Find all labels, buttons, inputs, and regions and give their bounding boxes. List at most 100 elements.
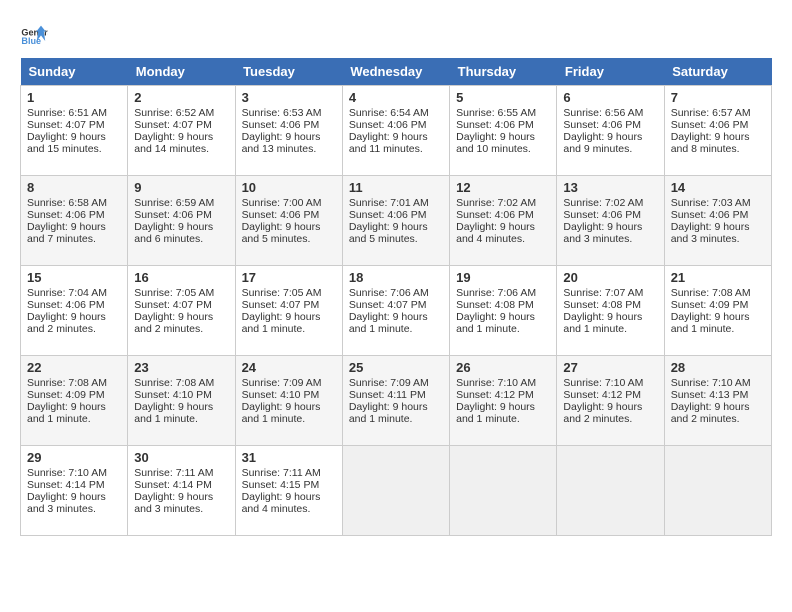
sunrise-text: Sunrise: 7:02 AM (456, 197, 536, 209)
sunset-text: Sunset: 4:14 PM (134, 479, 212, 491)
day-number: 11 (349, 180, 443, 195)
calendar-cell: 30 Sunrise: 7:11 AM Sunset: 4:14 PM Dayl… (128, 446, 235, 536)
calendar-week-row: 1 Sunrise: 6:51 AM Sunset: 4:07 PM Dayli… (21, 86, 772, 176)
calendar-cell: 4 Sunrise: 6:54 AM Sunset: 4:06 PM Dayli… (342, 86, 449, 176)
calendar-cell: 8 Sunrise: 6:58 AM Sunset: 4:06 PM Dayli… (21, 176, 128, 266)
calendar-cell (664, 446, 771, 536)
day-number: 17 (242, 270, 336, 285)
calendar-cell: 15 Sunrise: 7:04 AM Sunset: 4:06 PM Dayl… (21, 266, 128, 356)
day-number: 8 (27, 180, 121, 195)
sunset-text: Sunset: 4:06 PM (671, 209, 749, 221)
calendar-cell: 21 Sunrise: 7:08 AM Sunset: 4:09 PM Dayl… (664, 266, 771, 356)
sunset-text: Sunset: 4:07 PM (27, 119, 105, 131)
sunrise-text: Sunrise: 7:05 AM (242, 287, 322, 299)
day-number: 6 (563, 90, 657, 105)
day-number: 24 (242, 360, 336, 375)
day-number: 12 (456, 180, 550, 195)
sunset-text: Sunset: 4:13 PM (671, 389, 749, 401)
day-number: 7 (671, 90, 765, 105)
daylight-text: Daylight: 9 hours and 2 minutes. (671, 401, 750, 425)
daylight-text: Daylight: 9 hours and 4 minutes. (242, 491, 321, 515)
sunset-text: Sunset: 4:10 PM (242, 389, 320, 401)
calendar-day-header: Saturday (664, 58, 771, 86)
daylight-text: Daylight: 9 hours and 1 minute. (456, 311, 535, 335)
sunrise-text: Sunrise: 7:00 AM (242, 197, 322, 209)
day-number: 18 (349, 270, 443, 285)
sunset-text: Sunset: 4:07 PM (242, 299, 320, 311)
day-number: 1 (27, 90, 121, 105)
daylight-text: Daylight: 9 hours and 10 minutes. (456, 131, 535, 155)
calendar-cell: 6 Sunrise: 6:56 AM Sunset: 4:06 PM Dayli… (557, 86, 664, 176)
daylight-text: Daylight: 9 hours and 1 minute. (27, 401, 106, 425)
calendar-cell: 24 Sunrise: 7:09 AM Sunset: 4:10 PM Dayl… (235, 356, 342, 446)
calendar-cell: 23 Sunrise: 7:08 AM Sunset: 4:10 PM Dayl… (128, 356, 235, 446)
daylight-text: Daylight: 9 hours and 14 minutes. (134, 131, 213, 155)
sunset-text: Sunset: 4:09 PM (671, 299, 749, 311)
day-number: 10 (242, 180, 336, 195)
daylight-text: Daylight: 9 hours and 8 minutes. (671, 131, 750, 155)
sunset-text: Sunset: 4:15 PM (242, 479, 320, 491)
calendar-cell: 1 Sunrise: 6:51 AM Sunset: 4:07 PM Dayli… (21, 86, 128, 176)
page-header: General Blue (20, 20, 772, 48)
calendar-day-header: Monday (128, 58, 235, 86)
sunrise-text: Sunrise: 7:04 AM (27, 287, 107, 299)
sunrise-text: Sunrise: 7:10 AM (27, 467, 107, 479)
sunset-text: Sunset: 4:06 PM (456, 209, 534, 221)
day-number: 25 (349, 360, 443, 375)
daylight-text: Daylight: 9 hours and 6 minutes. (134, 221, 213, 245)
calendar-cell: 29 Sunrise: 7:10 AM Sunset: 4:14 PM Dayl… (21, 446, 128, 536)
day-number: 15 (27, 270, 121, 285)
calendar-table: SundayMondayTuesdayWednesdayThursdayFrid… (20, 58, 772, 536)
sunrise-text: Sunrise: 7:08 AM (134, 377, 214, 389)
daylight-text: Daylight: 9 hours and 1 minute. (671, 311, 750, 335)
sunrise-text: Sunrise: 6:55 AM (456, 107, 536, 119)
calendar-header-row: SundayMondayTuesdayWednesdayThursdayFrid… (21, 58, 772, 86)
daylight-text: Daylight: 9 hours and 2 minutes. (134, 311, 213, 335)
sunrise-text: Sunrise: 7:09 AM (242, 377, 322, 389)
sunrise-text: Sunrise: 7:01 AM (349, 197, 429, 209)
daylight-text: Daylight: 9 hours and 1 minute. (349, 401, 428, 425)
sunset-text: Sunset: 4:10 PM (134, 389, 212, 401)
calendar-cell: 10 Sunrise: 7:00 AM Sunset: 4:06 PM Dayl… (235, 176, 342, 266)
day-number: 23 (134, 360, 228, 375)
sunrise-text: Sunrise: 7:05 AM (134, 287, 214, 299)
calendar-day-header: Sunday (21, 58, 128, 86)
sunset-text: Sunset: 4:07 PM (349, 299, 427, 311)
calendar-week-row: 22 Sunrise: 7:08 AM Sunset: 4:09 PM Dayl… (21, 356, 772, 446)
daylight-text: Daylight: 9 hours and 1 minute. (563, 311, 642, 335)
sunrise-text: Sunrise: 7:10 AM (671, 377, 751, 389)
sunset-text: Sunset: 4:12 PM (456, 389, 534, 401)
sunrise-text: Sunrise: 6:56 AM (563, 107, 643, 119)
day-number: 13 (563, 180, 657, 195)
sunrise-text: Sunrise: 7:02 AM (563, 197, 643, 209)
calendar-cell: 9 Sunrise: 6:59 AM Sunset: 4:06 PM Dayli… (128, 176, 235, 266)
calendar-day-header: Tuesday (235, 58, 342, 86)
sunrise-text: Sunrise: 7:08 AM (27, 377, 107, 389)
day-number: 2 (134, 90, 228, 105)
daylight-text: Daylight: 9 hours and 13 minutes. (242, 131, 321, 155)
sunset-text: Sunset: 4:14 PM (27, 479, 105, 491)
calendar-cell (342, 446, 449, 536)
daylight-text: Daylight: 9 hours and 2 minutes. (27, 311, 106, 335)
sunset-text: Sunset: 4:08 PM (563, 299, 641, 311)
sunset-text: Sunset: 4:06 PM (349, 119, 427, 131)
day-number: 21 (671, 270, 765, 285)
sunset-text: Sunset: 4:08 PM (456, 299, 534, 311)
calendar-cell: 2 Sunrise: 6:52 AM Sunset: 4:07 PM Dayli… (128, 86, 235, 176)
sunset-text: Sunset: 4:06 PM (456, 119, 534, 131)
calendar-cell: 31 Sunrise: 7:11 AM Sunset: 4:15 PM Dayl… (235, 446, 342, 536)
sunset-text: Sunset: 4:06 PM (242, 209, 320, 221)
calendar-day-header: Wednesday (342, 58, 449, 86)
day-number: 3 (242, 90, 336, 105)
day-number: 31 (242, 450, 336, 465)
sunrise-text: Sunrise: 7:10 AM (563, 377, 643, 389)
daylight-text: Daylight: 9 hours and 15 minutes. (27, 131, 106, 155)
calendar-week-row: 15 Sunrise: 7:04 AM Sunset: 4:06 PM Dayl… (21, 266, 772, 356)
sunrise-text: Sunrise: 7:10 AM (456, 377, 536, 389)
daylight-text: Daylight: 9 hours and 1 minute. (134, 401, 213, 425)
daylight-text: Daylight: 9 hours and 3 minutes. (27, 491, 106, 515)
day-number: 30 (134, 450, 228, 465)
calendar-cell: 16 Sunrise: 7:05 AM Sunset: 4:07 PM Dayl… (128, 266, 235, 356)
daylight-text: Daylight: 9 hours and 3 minutes. (671, 221, 750, 245)
daylight-text: Daylight: 9 hours and 1 minute. (349, 311, 428, 335)
